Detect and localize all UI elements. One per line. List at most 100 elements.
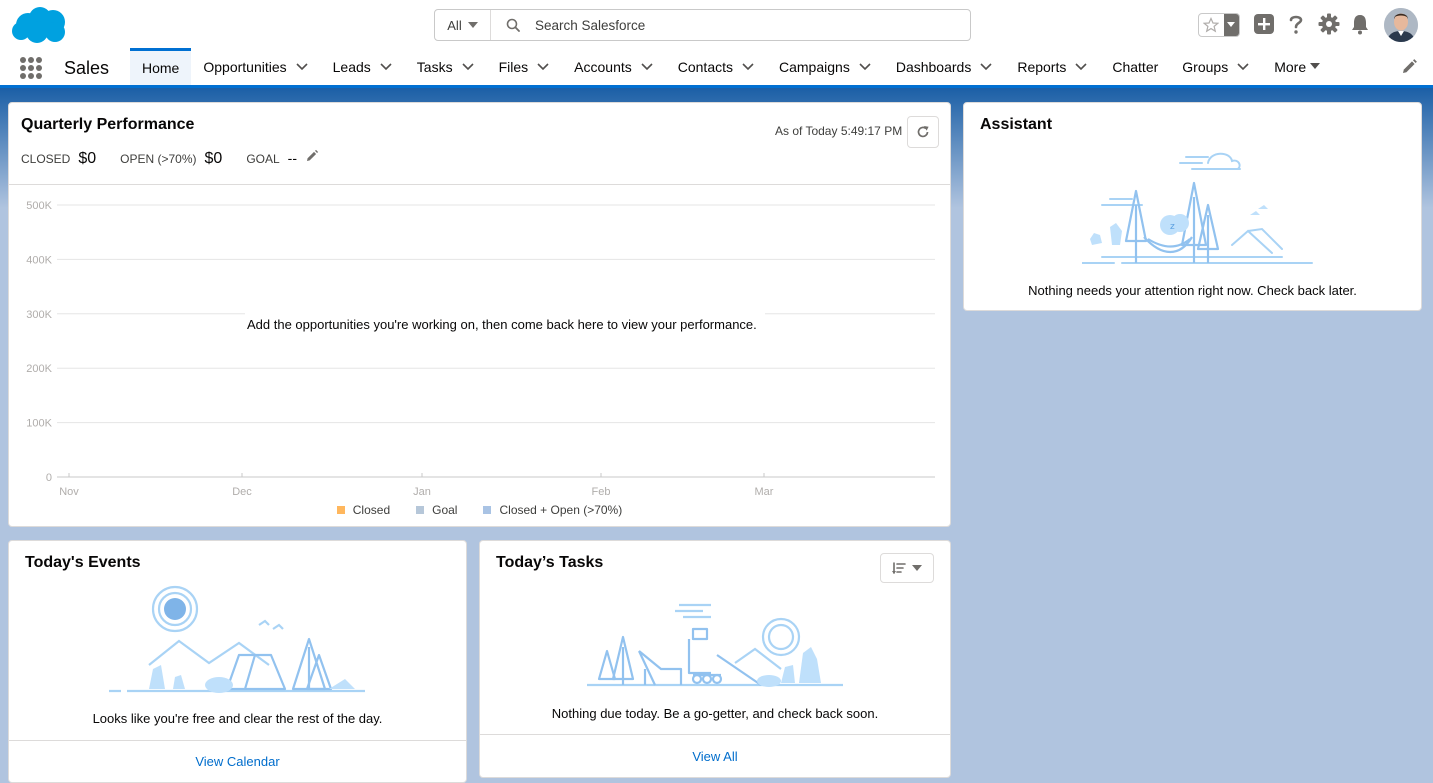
tab-leads[interactable]: Leads [321,48,405,85]
y-tick-label: 0 [46,472,52,484]
tab-label: Contacts [677,58,733,75]
legend-label: Goal [432,503,458,517]
favorites-button[interactable] [1198,13,1240,37]
chart-empty-message: Add the opportunities you're working on,… [245,311,765,339]
tab-opportunities[interactable]: Opportunities [191,48,320,85]
tab-chatter[interactable]: Chatter [1100,48,1170,85]
y-tick-label: 400K [26,254,52,266]
search-input[interactable] [535,10,970,40]
chevron-down-icon[interactable] [1074,60,1088,74]
legend-swatch [336,506,345,514]
legend-swatch [483,506,492,514]
user-avatar[interactable] [1384,8,1418,42]
chevron-down-icon[interactable] [640,60,654,74]
card-title: Today's Events [25,554,141,571]
tab-label: More [1274,58,1307,75]
edit-nav-pencil-icon[interactable] [1400,58,1420,78]
tab-contacts[interactable]: Contacts [666,48,767,85]
tab-label: Leads [332,58,371,75]
favorites-dropdown-icon[interactable] [1223,14,1239,36]
global-add-icon[interactable] [1252,12,1276,36]
tab-label: Files [498,58,529,75]
favorites-star-icon [1199,14,1224,36]
chevron-down-icon[interactable] [979,60,993,74]
chevron-down-icon[interactable] [858,60,872,74]
tab-label: Dashboards [895,58,972,75]
refresh-button[interactable] [907,116,939,148]
legend-label: Closed [352,503,391,517]
app-nav-bar: Sales Home Opportunities Leads Tasks Files Ac… [0,48,1433,88]
chevron-down-icon[interactable] [379,60,393,74]
closed-value: $0 [78,150,97,167]
tab-campaigns[interactable]: Campaigns [767,48,884,85]
open-value: $0 [204,150,223,167]
y-tick-label: 100K [26,418,52,430]
legend-swatch [416,506,425,514]
quarterly-performance-chart: 0 100K 200K 300K 400K 500K Nov Dec Jan Feb Mar [26,200,935,498]
y-tick-label: 500K [26,200,52,212]
open-label: OPEN (>70%) [120,152,197,166]
y-tick-label: 300K [26,309,52,321]
as-of-timestamp: As of Today 5:49:17 PM [775,124,903,138]
tab-home[interactable]: Home [130,48,192,85]
tab-label: Tasks [416,58,453,75]
chart-legend: Closed Goal Closed + Open (>70%) [9,503,950,517]
nav-tabs: Home Opportunities Leads Tasks Files Accounts… [130,48,1334,85]
search-icon [491,10,535,40]
legend-item: Goal [416,503,457,517]
chevron-down-icon[interactable] [461,60,475,74]
todays-tasks-card: Today’s Tasks Nothing due today. Be a go… [479,540,951,778]
tab-accounts[interactable]: Accounts [562,48,666,85]
assistant-empty-message: Nothing needs your attention right now. … [1028,283,1357,298]
sort-icon [892,562,906,574]
tab-label: Campaigns [779,58,850,75]
assistant-card: Assistant z Nothing needs your attention… [963,102,1422,311]
caret-down-icon[interactable] [1308,60,1322,74]
x-tick-label: Nov [59,486,79,498]
chevron-down-icon[interactable] [536,60,550,74]
performance-metrics: CLOSED $0 OPEN (>70%) $0 GOAL -- [21,149,319,168]
setup-gear-icon[interactable] [1317,12,1341,36]
view-calendar-link[interactable]: View Calendar [9,740,466,782]
help-icon[interactable] [1284,12,1308,36]
tab-dashboards[interactable]: Dashboards [884,48,1006,85]
caret-down-icon [912,564,922,571]
tab-groups[interactable]: Groups [1170,48,1262,85]
global-header: All [0,0,1433,48]
app-name: Sales [64,58,110,78]
quarterly-performance-card: Quarterly Performance As of Today 5:49:1… [8,102,951,527]
tab-label: Home [142,60,180,76]
legend-label: Closed + Open (>70%) [499,503,623,517]
chevron-down-icon[interactable] [1236,60,1250,74]
svg-text:z: z [1170,222,1175,232]
chevron-down-icon[interactable] [741,60,755,74]
closed-label: CLOSED [21,152,71,166]
x-tick-label: Dec [232,486,252,498]
tasks-empty-message: Nothing due today. Be a go-getter, and c… [551,706,879,721]
notifications-bell-icon[interactable] [1348,12,1372,36]
tab-reports[interactable]: Reports [1005,48,1100,85]
tab-label: Opportunities [203,58,287,75]
tab-tasks[interactable]: Tasks [405,48,487,85]
edit-goal-pencil-icon[interactable] [305,149,319,163]
x-tick-label: Jan [413,486,431,498]
tab-more[interactable]: More [1262,48,1334,85]
global-search: All [434,9,971,41]
caret-down-icon [467,22,478,28]
legend-item: Closed + Open (>70%) [483,503,622,517]
tab-label: Accounts [574,58,632,75]
card-title: Today’s Tasks [496,554,604,571]
tab-label: Groups [1182,58,1229,75]
salesforce-cloud-logo[interactable] [10,5,70,45]
task-sort-button[interactable] [880,553,934,583]
chevron-down-icon[interactable] [295,60,309,74]
card-title: Quarterly Performance [21,116,195,133]
legend-item: Closed [336,503,391,517]
x-tick-label: Feb [592,486,611,498]
search-scope-select[interactable]: All [435,10,491,40]
tab-label: Chatter [1112,58,1159,75]
view-all-tasks-link[interactable]: View All [480,734,950,777]
app-launcher-icon[interactable] [20,57,42,79]
tab-files[interactable]: Files [487,48,563,85]
refresh-icon [917,126,929,138]
